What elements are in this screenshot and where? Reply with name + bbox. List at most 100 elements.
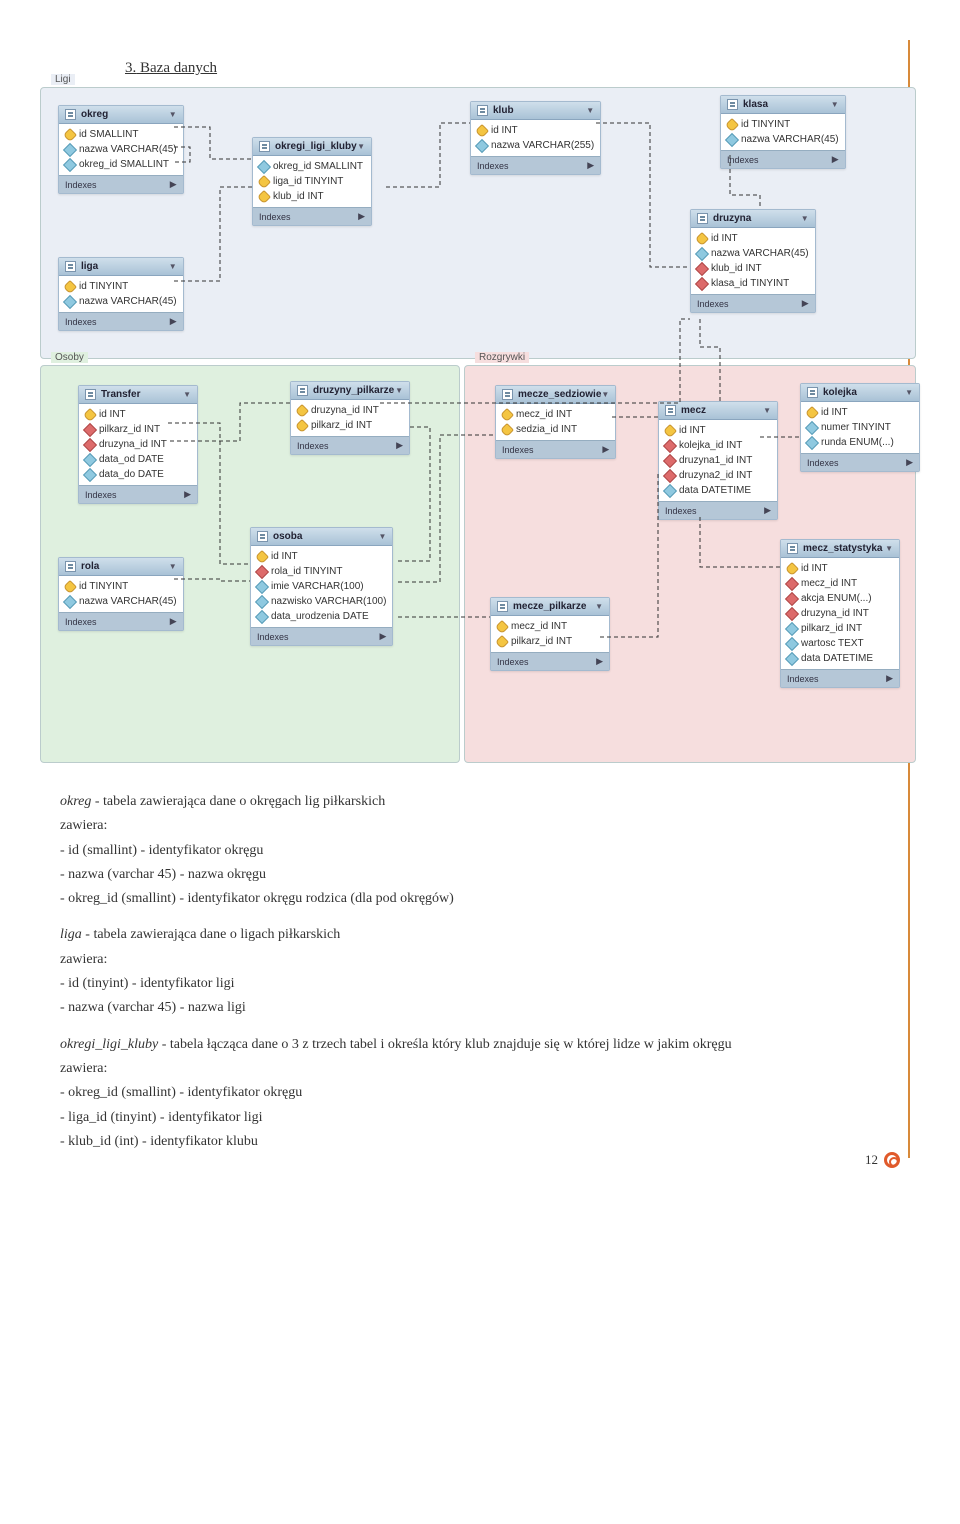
table-indexes-footer[interactable]: Indexes▶ (491, 652, 609, 670)
chevron-right-icon[interactable]: ▶ (358, 211, 365, 222)
chevron-down-icon[interactable]: ▼ (801, 214, 809, 223)
table-rola[interactable]: rola▼id TINYINTnazwa VARCHAR(45)Indexes▶ (58, 557, 184, 631)
table-indexes-footer[interactable]: Indexes▶ (251, 627, 392, 645)
table-osoba[interactable]: osoba▼id INTrola_id TINYINTimie VARCHAR(… (250, 527, 393, 646)
table-header[interactable]: liga▼ (59, 258, 183, 276)
table-liga[interactable]: liga▼id TINYINTnazwa VARCHAR(45)Indexes▶ (58, 257, 184, 331)
field-label: druzyna_id INT (99, 439, 167, 450)
chevron-right-icon[interactable]: ▶ (184, 489, 191, 500)
table-klub[interactable]: klub▼id INTnazwa VARCHAR(255)Indexes▶ (470, 101, 601, 175)
table-field: data_do DATE (79, 467, 197, 482)
field-label: pilkarz_id INT (801, 623, 862, 634)
chevron-right-icon[interactable]: ▶ (379, 631, 386, 642)
chevron-right-icon[interactable]: ▶ (886, 673, 893, 684)
table-transfer[interactable]: Transfer▼id INTpilkarz_id INTdruzyna_id … (78, 385, 198, 504)
table-indexes-footer[interactable]: Indexes ▶ (691, 294, 815, 312)
indexes-label: Indexes (697, 299, 729, 309)
table-okregi-ligi-kluby[interactable]: okregi_ligi_kluby▼okreg_id SMALLINTliga_… (252, 137, 372, 226)
field-label: pilkarz_id INT (99, 424, 160, 435)
table-header[interactable]: mecze_sedziowie▼ (496, 386, 615, 404)
table-druzyna[interactable]: druzyna▼id INTnazwa VARCHAR(45)klub_id I… (690, 209, 816, 313)
chevron-right-icon[interactable]: ▶ (170, 179, 177, 190)
table-icon (65, 109, 76, 120)
chevron-down-icon[interactable]: ▼ (183, 390, 191, 399)
chevron-down-icon[interactable]: ▼ (378, 532, 386, 541)
table-field: id TINYINT (59, 579, 183, 594)
chevron-right-icon[interactable]: ▶ (802, 298, 809, 309)
chevron-down-icon[interactable]: ▼ (905, 388, 913, 397)
table-header[interactable]: mecz_statystyka▼ (781, 540, 899, 558)
chevron-down-icon[interactable]: ▼ (601, 390, 609, 399)
chevron-right-icon[interactable]: ▶ (602, 444, 609, 455)
table-icon (259, 141, 270, 152)
table-indexes-footer[interactable]: Indexes▶ (253, 207, 371, 225)
table-field: data DATETIME (659, 483, 777, 498)
table-klasa[interactable]: klasa▼id TINYINTnazwa VARCHAR(45)Indexes… (720, 95, 846, 169)
table-header[interactable]: okregi_ligi_kluby▼ (253, 138, 371, 156)
table-indexes-footer[interactable]: Indexes▶ (59, 612, 183, 630)
field-label: data_od DATE (99, 454, 164, 465)
chevron-down-icon[interactable]: ▼ (169, 262, 177, 271)
table-header[interactable]: Transfer▼ (79, 386, 197, 404)
table-mecze-pilkarze[interactable]: mecze_pilkarze▼mecz_id INTpilkarz_id INT… (490, 597, 610, 671)
table-mecze-sedziowie[interactable]: mecze_sedziowie▼mecz_id INTsedzia_id INT… (495, 385, 616, 459)
field-label: klasa_id TINYINT (711, 278, 789, 289)
chevron-right-icon[interactable]: ▶ (170, 616, 177, 627)
indexes-label: Indexes (65, 317, 97, 327)
table-kolejka[interactable]: kolejka▼id INTnumer TINYINTrunda ENUM(..… (800, 383, 920, 472)
key-icon (63, 279, 77, 293)
table-indexes-footer[interactable]: Indexes ▶ (59, 312, 183, 330)
table-header[interactable]: klub▼ (471, 102, 600, 120)
chevron-right-icon[interactable]: ▶ (587, 160, 594, 171)
desc-table-name: okregi_ligi_kluby (60, 1037, 158, 1052)
chevron-down-icon[interactable]: ▼ (763, 406, 771, 415)
table-field: pilkarz_id INT (491, 634, 609, 649)
table-header[interactable]: druzyny_pilkarze▼ (291, 382, 409, 400)
chevron-right-icon[interactable]: ▶ (596, 656, 603, 667)
table-indexes-footer[interactable]: Indexes▶ (781, 669, 899, 687)
table-indexes-footer[interactable]: Indexes▶ (496, 440, 615, 458)
chevron-right-icon[interactable]: ▶ (396, 440, 403, 451)
table-indexes-footer[interactable]: Indexes▶ (79, 485, 197, 503)
table-header[interactable]: klasa▼ (721, 96, 845, 114)
chevron-down-icon[interactable]: ▼ (831, 100, 839, 109)
table-mecz[interactable]: mecz▼id INTkolejka_id INTdruzyna1_id INT… (658, 401, 778, 520)
table-indexes-footer[interactable]: Indexes▶ (59, 175, 183, 193)
table-header[interactable]: mecz▼ (659, 402, 777, 420)
table-field: wartosc TEXT (781, 636, 899, 651)
table-mecz-statystyka[interactable]: mecz_statystyka▼id INTmecz_id INTakcja E… (780, 539, 900, 688)
table-header[interactable]: kolejka▼ (801, 384, 919, 402)
table-field: klub_id INT (253, 189, 371, 204)
chevron-down-icon[interactable]: ▼ (169, 110, 177, 119)
table-header[interactable]: osoba▼ (251, 528, 392, 546)
table-header[interactable]: rola▼ (59, 558, 183, 576)
table-header[interactable]: okreg▼ (59, 106, 183, 124)
table-header[interactable]: druzyna▼ (691, 210, 815, 228)
table-druzyny-pilkarze[interactable]: druzyny_pilkarze▼druzyna_id INTpilkarz_i… (290, 381, 410, 455)
table-indexes-footer[interactable]: Indexes▶ (471, 156, 600, 174)
chevron-down-icon[interactable]: ▼ (885, 544, 893, 553)
chevron-right-icon[interactable]: ▶ (832, 154, 839, 165)
chevron-right-icon[interactable]: ▶ (170, 316, 177, 327)
chevron-down-icon[interactable]: ▼ (395, 386, 403, 395)
table-indexes-footer[interactable]: Indexes▶ (659, 501, 777, 519)
chevron-down-icon[interactable]: ▼ (595, 602, 603, 611)
attr-icon (725, 132, 739, 146)
table-indexes-footer[interactable]: Indexes▶ (801, 453, 919, 471)
chevron-down-icon[interactable]: ▼ (169, 562, 177, 571)
table-body: mecz_id INTpilkarz_id INT (491, 616, 609, 652)
desc-line: - okreg_id (smallint) - identyfikator ok… (60, 1083, 900, 1103)
table-okreg[interactable]: okreg▼id SMALLINTnazwa VARCHAR(45)okreg_… (58, 105, 184, 194)
table-field: id TINYINT (59, 279, 183, 294)
table-indexes-footer[interactable]: Indexes▶ (721, 150, 845, 168)
chevron-down-icon[interactable]: ▼ (357, 142, 365, 151)
table-name: mecze_sedziowie (518, 389, 601, 400)
chevron-right-icon[interactable]: ▶ (906, 457, 913, 468)
table-header[interactable]: mecze_pilkarze▼ (491, 598, 609, 616)
chevron-down-icon[interactable]: ▼ (586, 106, 594, 115)
chevron-right-icon[interactable]: ▶ (764, 505, 771, 516)
table-indexes-footer[interactable]: Indexes▶ (291, 436, 409, 454)
fk-icon (785, 576, 799, 590)
key-icon (500, 422, 514, 436)
table-field: mecz_id INT (496, 407, 615, 422)
